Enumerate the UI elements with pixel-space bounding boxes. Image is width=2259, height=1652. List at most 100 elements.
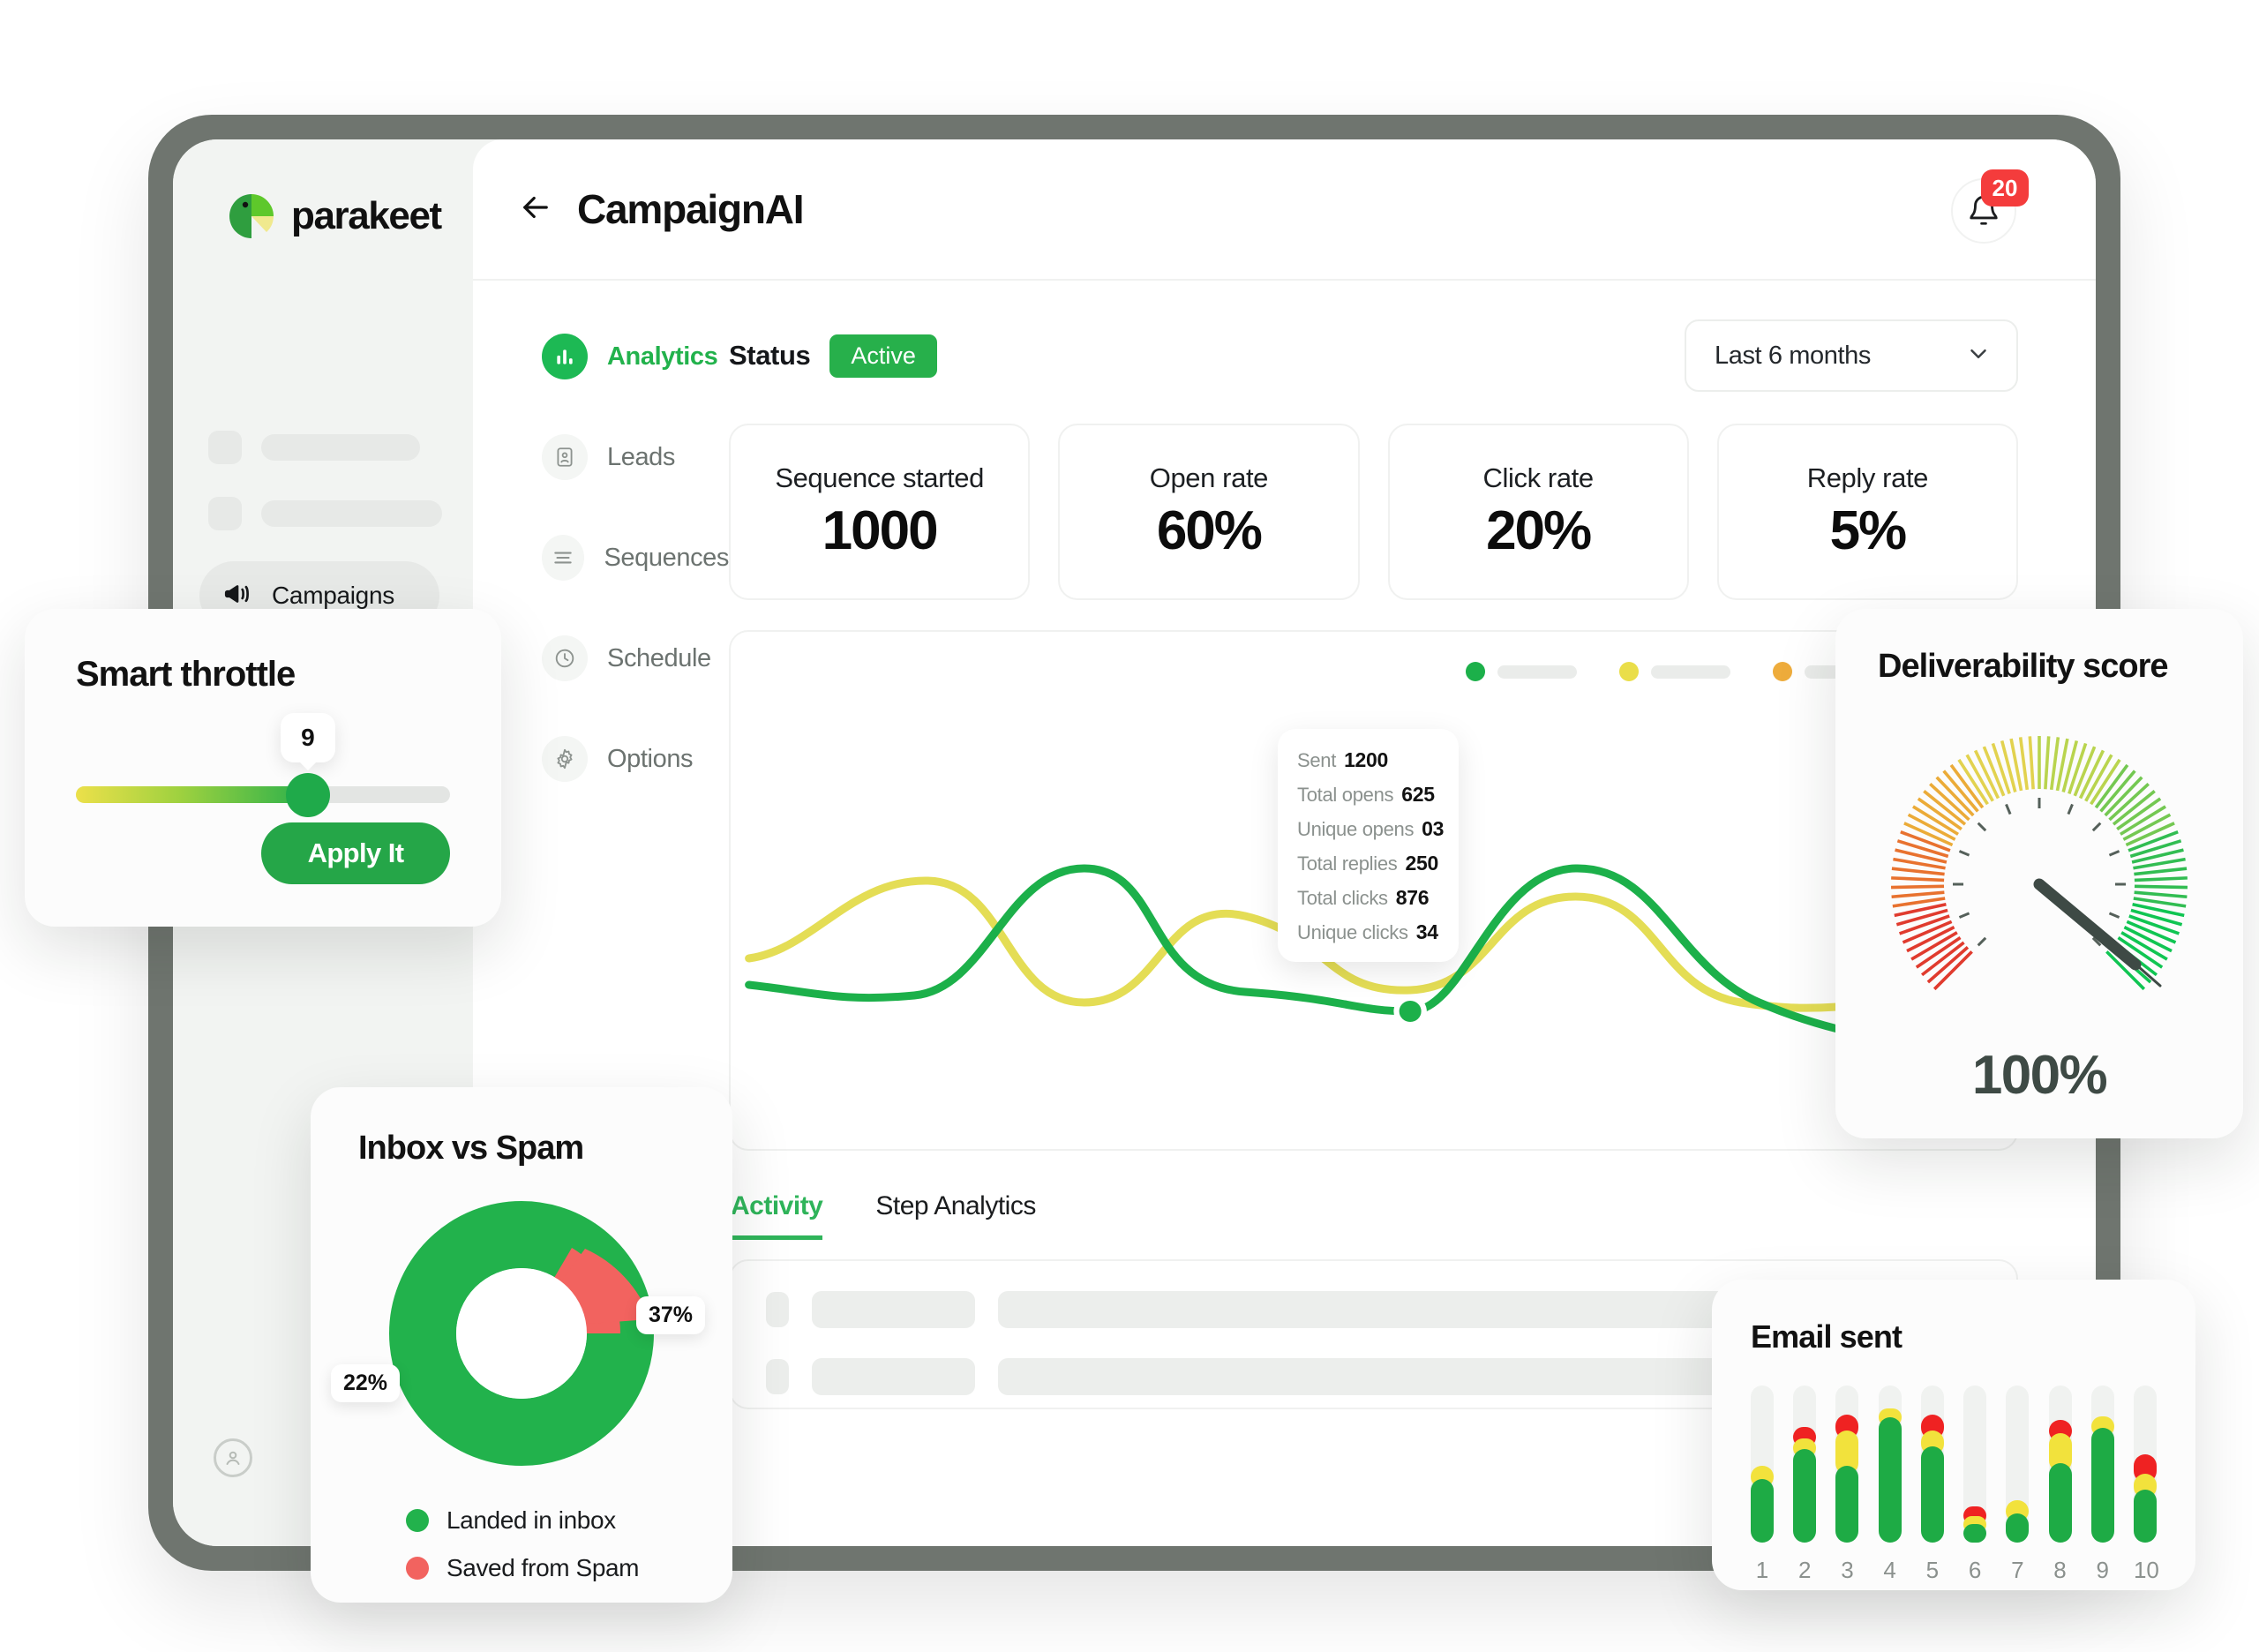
tooltip-key: Unique clicks xyxy=(1297,921,1408,943)
tab-options-label: Options xyxy=(607,744,694,773)
notifications[interactable]: 20 xyxy=(1951,169,2029,244)
tooltip-row: Total clicks 876 xyxy=(1297,886,1439,910)
legend-dot-red xyxy=(406,1557,429,1580)
apply-it-button[interactable]: Apply It xyxy=(261,822,450,884)
bar-x-label: 3 xyxy=(1841,1557,1854,1583)
bar-x-label: 7 xyxy=(2011,1557,2024,1583)
card-title: Email sent xyxy=(1751,1318,1903,1355)
rail-skeleton-row xyxy=(208,431,420,464)
bar-segment-green xyxy=(2133,1489,2157,1543)
stat-value: 60% xyxy=(1156,499,1263,561)
bar-segment-green xyxy=(1963,1523,1987,1543)
tooltip-key: Total clicks xyxy=(1297,887,1388,909)
stat-label: Sequence started xyxy=(775,462,984,493)
contact-card-icon xyxy=(542,434,588,480)
tab-analytics[interactable]: Analytics xyxy=(542,334,729,379)
clock-icon xyxy=(542,635,588,681)
tab-schedule-label: Schedule xyxy=(607,643,711,672)
throttle-slider[interactable]: 9 xyxy=(76,713,450,817)
bar-x-label: 5 xyxy=(1925,1557,1940,1583)
date-range-select[interactable]: Last 6 months xyxy=(1685,319,2018,392)
tooltip-value: 250 xyxy=(1405,852,1439,875)
stat-label: Reply rate xyxy=(1806,462,1929,493)
status-row: Status Active Last 6 months xyxy=(729,318,2018,394)
skeleton-icon xyxy=(208,431,242,464)
topbar: CampaignAI 20 xyxy=(473,139,2096,281)
tooltip-key: Unique opens xyxy=(1297,818,1415,840)
skeleton-bar xyxy=(812,1291,975,1328)
date-range-value: Last 6 months xyxy=(1715,341,1871,370)
activity-tabs: Activity Step Analytics xyxy=(729,1191,2018,1240)
stat-value: 5% xyxy=(1829,499,1908,561)
donut-chart-svg xyxy=(389,1201,654,1466)
bar-segment-green xyxy=(2090,1428,2114,1543)
tooltip-value: 1200 xyxy=(1344,748,1389,771)
gauge-chart-svg xyxy=(1890,736,2188,991)
bar-x-label: 8 xyxy=(2053,1557,2067,1583)
tooltip-value: 34 xyxy=(1415,920,1438,943)
donut-chart: 37% 22% xyxy=(331,1201,705,1466)
gauge-inner-ticks xyxy=(1953,798,2126,947)
card-title: Deliverability score xyxy=(1878,648,2169,685)
skeleton-bar xyxy=(812,1358,975,1395)
tab-schedule[interactable]: Schedule xyxy=(542,635,729,681)
bar-column xyxy=(1878,1385,1902,1543)
tab-options[interactable]: Options xyxy=(542,736,729,782)
deliverability-score-card: Deliverability score 100% xyxy=(1835,609,2243,1138)
stat-card-click-rate: Click rate 20% xyxy=(1387,424,1689,600)
tab-step-analytics[interactable]: Step Analytics xyxy=(875,1191,1036,1240)
breadcrumb: CampaignAI xyxy=(517,185,805,233)
tooltip-row: Total opens 625 xyxy=(1297,783,1439,807)
brand-name: parakeet xyxy=(291,194,442,237)
megaphone-icon xyxy=(222,579,252,613)
stat-label: Click rate xyxy=(1482,462,1595,493)
bar-chart-icon xyxy=(542,334,588,379)
bar-x-label: 6 xyxy=(1968,1557,1982,1583)
tab-activity[interactable]: Activity xyxy=(731,1191,823,1240)
bar-segment-green xyxy=(2006,1513,2030,1543)
tooltip-value: 876 xyxy=(1395,886,1430,909)
legend-item-spam: Saved from Spam xyxy=(406,1554,685,1582)
notification-badge: 20 xyxy=(1981,169,2029,206)
tooltip-row: Total replies 250 xyxy=(1297,852,1439,875)
rail-skeleton-row xyxy=(208,497,442,530)
bar-column xyxy=(1963,1385,1987,1543)
gauge-needle xyxy=(2033,878,2142,971)
tooltip-key: Total replies xyxy=(1297,852,1398,875)
avatar[interactable] xyxy=(214,1438,252,1477)
donut-label-37: 37% xyxy=(635,1296,705,1334)
bar-column xyxy=(1835,1385,1859,1543)
tab-leads[interactable]: Leads xyxy=(542,434,729,480)
chart-tooltip: Sent 1200 Total opens 625 Unique opens 0… xyxy=(1278,729,1459,962)
legend-label: Saved from Spam xyxy=(447,1554,640,1581)
bar-x-label: 9 xyxy=(2096,1557,2109,1583)
bar-segment-green xyxy=(1878,1417,1902,1543)
email-sent-bars xyxy=(1751,1385,2157,1543)
skeleton-icon xyxy=(766,1359,789,1394)
slider-handle[interactable] xyxy=(285,772,330,817)
tooltip-value: 03 xyxy=(1422,817,1445,840)
donut-label-22: 22% xyxy=(331,1364,401,1402)
tab-analytics-label: Analytics xyxy=(607,342,718,371)
bar-column xyxy=(1920,1385,1944,1543)
slider-value-bubble: 9 xyxy=(280,713,335,762)
bar-column xyxy=(1793,1385,1817,1543)
bar-x-label: 1 xyxy=(1755,1557,1769,1583)
smart-throttle-card: Smart throttle 9 Apply It xyxy=(25,609,501,927)
status-label: Status xyxy=(729,340,811,371)
status-badge: Active xyxy=(829,334,937,378)
stat-value: 1000 xyxy=(822,499,939,561)
email-sent-x-labels: 1 2 3 4 5 6 7 8 9 10 xyxy=(1751,1557,2159,1584)
tooltip-key: Sent xyxy=(1297,749,1337,771)
arrow-left-icon[interactable] xyxy=(517,189,554,230)
user-avatar-icon xyxy=(214,1438,252,1477)
bar-segment-green xyxy=(1835,1465,1859,1543)
stat-label: Open rate xyxy=(1149,462,1269,493)
email-sent-card: Email sent 1 2 3 4 5 6 7 8 9 10 xyxy=(1712,1280,2195,1590)
bar-segment-green xyxy=(1751,1478,1774,1543)
chevron-down-icon xyxy=(1965,341,1992,372)
tab-sequences-label: Sequences xyxy=(604,543,729,572)
status-group: Status Active xyxy=(729,334,937,378)
bar-column xyxy=(1751,1385,1774,1543)
tab-sequences[interactable]: Sequences xyxy=(542,535,729,581)
